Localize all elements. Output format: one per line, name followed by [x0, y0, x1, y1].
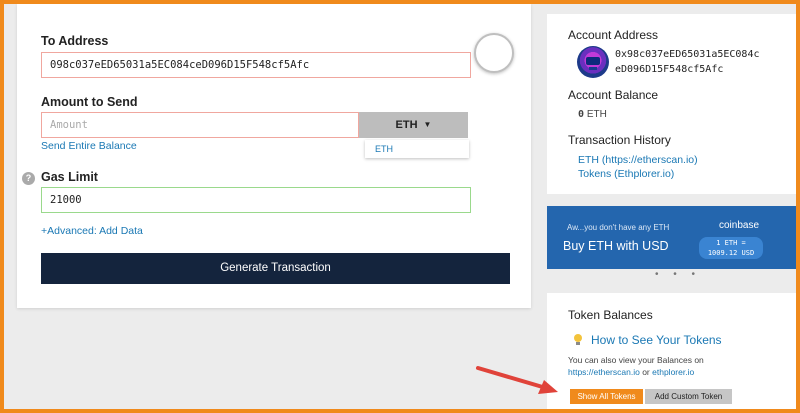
generate-transaction-button[interactable]: Generate Transaction: [41, 253, 510, 284]
account-address-title: Account Address: [568, 28, 659, 42]
currency-option-eth[interactable]: ETH: [365, 140, 469, 158]
account-address-line1: 0x98c037eED65031a5EC084c: [615, 49, 760, 60]
show-all-tokens-button[interactable]: Show All Tokens: [570, 389, 643, 404]
advanced-add-data-link[interactable]: +Advanced: Add Data: [41, 225, 143, 237]
help-icon[interactable]: ?: [22, 172, 35, 185]
send-transaction-card: To Address 098c037eED65031a5EC084ceD096D…: [17, 4, 531, 308]
to-address-label: To Address: [41, 34, 109, 48]
add-custom-token-button[interactable]: Add Custom Token: [645, 389, 732, 404]
amount-placeholder: Amount: [50, 119, 88, 131]
coinbase-logo: coinbase: [719, 220, 760, 231]
amount-label: Amount to Send: [41, 95, 138, 109]
account-address-value: 0x98c037eED65031a5EC084c eD096D15F548cf5…: [615, 47, 760, 77]
balance-unit: ETH: [586, 109, 607, 120]
account-identicon: [577, 46, 609, 78]
gas-limit-label: Gas Limit: [41, 170, 98, 184]
token-balances-title: Token Balances: [568, 308, 653, 322]
lightbulb-icon: [572, 332, 584, 347]
price-line1: 1 ETH =: [716, 239, 746, 247]
send-entire-balance-link[interactable]: Send Entire Balance: [41, 140, 137, 152]
banner-headline: Buy ETH with USD: [563, 239, 669, 253]
eth-price-badge: 1 ETH = 1009.12 USD: [699, 237, 763, 259]
transaction-history-title: Transaction History: [568, 133, 671, 147]
ethplorer-link[interactable]: ethplorer.io: [652, 367, 694, 377]
currency-selected-label: ETH: [395, 119, 418, 131]
price-line2: 1009.12 USD: [707, 249, 755, 257]
token-desc-text: You can also view your Balances on: [568, 355, 704, 365]
history-link-etherscan[interactable]: ETH (https://etherscan.io): [578, 154, 698, 166]
history-link-ethplorer[interactable]: Tokens (Ethplorer.io): [578, 168, 674, 180]
annotation-arrow-icon: [476, 366, 558, 394]
etherscan-link[interactable]: https://etherscan.io: [568, 367, 640, 377]
account-address-line2: eD096D15F548cf5Afc: [615, 64, 724, 75]
gas-limit-input[interactable]: 21000: [41, 187, 471, 213]
account-panel: Account Address 0x98c037eED65031a5EC084c…: [547, 14, 796, 194]
coinbase-banner[interactable]: Aw...you don't have any ETH Buy ETH with…: [547, 206, 796, 269]
carousel-dots[interactable]: • • •: [655, 269, 701, 280]
to-address-input[interactable]: 098c037eED65031a5EC084ceD096D15F548cf5Af…: [41, 52, 471, 78]
account-balance-value: 0 ETH: [578, 109, 607, 120]
or-text: or: [642, 367, 650, 377]
balance-amount: 0: [578, 109, 585, 120]
currency-select[interactable]: ETH ▼: [359, 112, 468, 138]
amount-input[interactable]: Amount: [41, 112, 359, 138]
account-balance-title: Account Balance: [568, 88, 659, 102]
token-desc-links: https://etherscan.io or ethplorer.io: [568, 367, 694, 377]
token-balances-panel: Token Balances How to See Your Tokens Yo…: [547, 293, 796, 409]
banner-small-text: Aw...you don't have any ETH: [567, 223, 670, 232]
how-to-see-tokens-link[interactable]: How to See Your Tokens: [591, 333, 722, 347]
app-frame: To Address 098c037eED65031a5EC084ceD096D…: [4, 4, 796, 409]
address-identicon-placeholder: [474, 33, 514, 73]
caret-down-icon: ▼: [423, 120, 432, 129]
